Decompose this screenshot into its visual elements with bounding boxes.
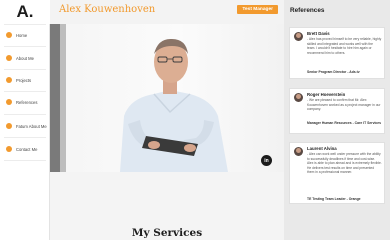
sidebar-item-label: Home xyxy=(16,32,28,38)
avatar xyxy=(294,32,303,41)
reference-role: TE Testing Team Leader - Orange xyxy=(307,197,361,201)
services-title: My Services xyxy=(131,227,203,239)
sidebar-item-fatum-about-me[interactable]: Fatum About Me xyxy=(0,115,50,137)
info-icon xyxy=(6,123,12,129)
hero-photo: in xyxy=(50,24,284,172)
sidebar-item-about-me[interactable]: About Me xyxy=(0,47,50,69)
folder-icon xyxy=(6,77,12,83)
sidebar-item-label: Projects xyxy=(16,77,32,83)
reference-text: - Alex has proved himself to be very rel… xyxy=(307,37,382,55)
nav-divider xyxy=(4,160,46,161)
portrait-illustration xyxy=(50,24,228,172)
reference-card: Brett Davis - Alex has proved himself to… xyxy=(289,27,385,79)
sidebar-item-home[interactable]: Home xyxy=(0,24,50,46)
job-title-badge: Test Manager xyxy=(237,5,278,14)
reference-text: - We are pleased to confirm that Mr. Ale… xyxy=(307,98,381,112)
avatar xyxy=(294,93,303,102)
sidebar-item-projects[interactable]: Projects xyxy=(0,69,50,91)
mail-icon xyxy=(6,146,12,152)
reference-role: Manager Human Resources - Care IT Servic… xyxy=(307,121,382,125)
page: A. Home About Me Projects References Fat… xyxy=(0,0,390,240)
logo[interactable]: A. xyxy=(0,0,50,24)
user-icon xyxy=(6,55,12,61)
sidebar-item-contact-me[interactable]: Contact Me xyxy=(0,138,50,160)
references-panel: References Brett Davis - Alex has proved… xyxy=(284,0,390,240)
avatar xyxy=(294,147,303,156)
reference-card: Roger Hoeverstein - We are pleased to co… xyxy=(289,88,385,134)
sidebar-item-label: References xyxy=(16,99,38,105)
sidebar-item-references[interactable]: References xyxy=(0,91,50,113)
services-section: My Services xyxy=(50,172,284,240)
reference-name: Brett Davis xyxy=(307,31,330,36)
reference-card: Laurent Alvina - Alex can work well unde… xyxy=(289,142,385,204)
header: Alex Kouwenhoven Test Manager xyxy=(50,0,284,24)
home-icon xyxy=(6,32,12,38)
page-title: Alex Kouwenhoven xyxy=(59,4,156,15)
sidebar-item-label: Contact Me xyxy=(16,146,38,152)
quote-icon xyxy=(6,99,12,105)
reference-role: Senior Program Director - Ads.tv xyxy=(307,70,360,74)
reference-text: - Alex can work well under pressure with… xyxy=(307,152,382,175)
reference-name: Laurent Alvina xyxy=(307,146,337,151)
reference-name: Roger Hoeverstein xyxy=(307,92,346,97)
sidebar-item-label: Fatum About Me xyxy=(16,123,47,129)
sidebar-item-label: About Me xyxy=(16,55,34,61)
references-title: References xyxy=(290,7,325,14)
linkedin-icon[interactable]: in xyxy=(261,155,272,166)
sidebar: A. Home About Me Projects References Fat… xyxy=(0,0,50,240)
